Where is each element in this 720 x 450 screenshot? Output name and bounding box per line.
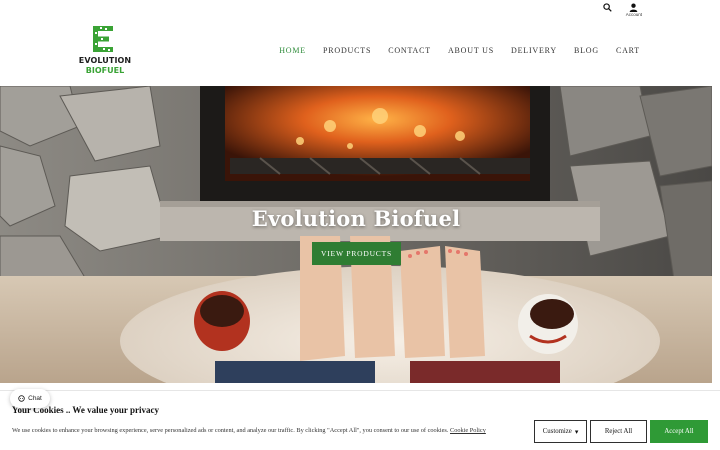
logo-mark-icon (93, 26, 113, 52)
view-products-button[interactable]: VIEW PRODUCTS (312, 242, 401, 265)
chat-icon (18, 395, 25, 402)
hero-banner: Evolution Biofuel VIEW PRODUCTS (0, 86, 712, 383)
main-nav: HOME PRODUCTS CONTACT ABOUT US DELIVERY … (279, 46, 640, 55)
nav-home[interactable]: HOME (279, 46, 306, 55)
chat-label: Chat (28, 395, 42, 402)
cookie-text: We use cookies to enhance your browsing … (12, 427, 449, 434)
nav-contact[interactable]: CONTACT (388, 46, 431, 55)
header-utility-icons: Account (603, 3, 642, 19)
nav-blog[interactable]: BLOG (574, 46, 599, 55)
search-button[interactable] (603, 3, 612, 12)
hero-title: Evolution Biofuel (251, 206, 461, 231)
logo-text-biofuel: BIOFUEL (85, 66, 125, 75)
nav-about-us[interactable]: ABOUT US (448, 46, 494, 55)
nav-cart[interactable]: CART (616, 46, 640, 55)
reject-all-button[interactable]: Reject All (590, 420, 647, 443)
brand-logo[interactable]: EVOLUTION BIOFUEL (78, 24, 132, 78)
chat-button[interactable]: Chat (10, 389, 50, 408)
caret-down-icon: ▾ (574, 428, 579, 436)
accept-all-button[interactable]: Accept All (650, 420, 708, 443)
account-label: Account (625, 12, 642, 17)
account-button[interactable]: Account (626, 3, 642, 17)
site-header: EVOLUTION BIOFUEL Account HOME PRODUCTS … (0, 0, 720, 86)
customize-label: Customize (542, 428, 572, 435)
cookie-consent-banner: Your Cookies .. We value your privacy We… (0, 390, 720, 450)
hero-fireplace-image (0, 86, 712, 383)
cookie-description: We use cookies to enhance your browsing … (12, 427, 532, 434)
user-icon (630, 3, 638, 12)
search-icon (603, 3, 612, 12)
cookie-policy-link[interactable]: Cookie Policy (450, 427, 486, 434)
nav-products[interactable]: PRODUCTS (323, 46, 371, 55)
logo-text-evolution: EVOLUTION (78, 56, 132, 65)
nav-delivery[interactable]: DELIVERY (511, 46, 557, 55)
customize-button[interactable]: Customize ▾ (534, 420, 587, 443)
